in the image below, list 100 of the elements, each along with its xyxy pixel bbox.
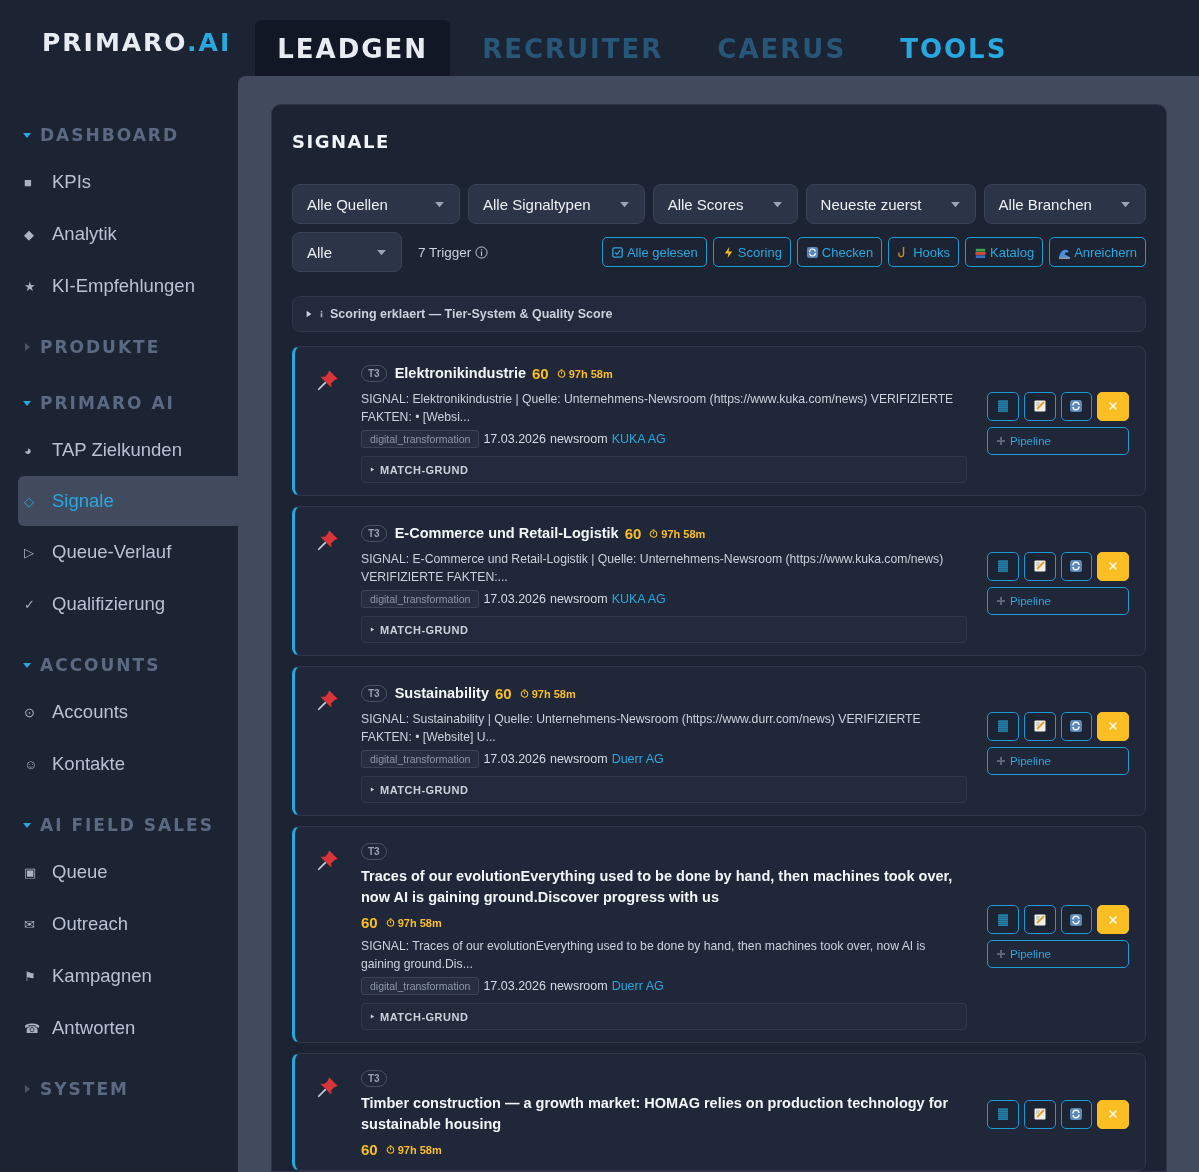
caret-icon	[370, 1014, 375, 1019]
action-button[interactable]: Hooks	[888, 237, 960, 267]
source: newsroom	[549, 432, 608, 446]
source: newsroom	[549, 979, 608, 993]
timer-icon	[385, 1145, 395, 1154]
pipeline-button[interactable]: Pipeline	[987, 586, 1129, 615]
sidebar-item[interactable]: ★ KI-Empfehlungen	[0, 260, 238, 312]
refresh-button[interactable]	[1060, 391, 1093, 421]
tag: digital_transformation	[361, 430, 480, 448]
refresh-icon	[805, 245, 819, 259]
status-dropdown[interactable]: Alle	[292, 232, 402, 272]
sidebar-item[interactable]: ✓ Qualifizierung	[0, 578, 238, 630]
refresh-icon	[1069, 399, 1084, 413]
company-link[interactable]: KUKA AG	[611, 432, 666, 446]
pipeline-button[interactable]: Pipeline	[987, 746, 1129, 775]
refresh-icon	[1069, 719, 1084, 733]
pipeline-button[interactable]: Pipeline	[987, 426, 1129, 455]
score: 60	[361, 914, 378, 931]
refresh-button[interactable]	[1060, 905, 1093, 934]
sidebar-item[interactable]: ⚑ Kampagnen	[0, 950, 238, 1002]
refresh-button[interactable]	[1060, 1099, 1093, 1129]
signal-text: SIGNAL: Sustainability | Quelle: Unternehmens-Newsroom (https://www.durr.com/news) VERIFIZIERTE FAKTEN: • [Website] U...	[361, 711, 922, 746]
filter-dropdown[interactable]: Alle Scores	[652, 184, 798, 224]
action-button[interactable]: Checken	[796, 237, 883, 267]
note-button[interactable]	[1023, 1099, 1056, 1129]
action-button[interactable]: Scoring	[712, 237, 791, 267]
tag: digital_transformation	[361, 750, 480, 768]
dismiss-button[interactable]	[1097, 391, 1129, 421]
filter-dropdown[interactable]: Alle Quellen	[292, 184, 460, 224]
filter-dropdown[interactable]: Neueste zuerst	[805, 184, 976, 224]
pipeline-button[interactable]: Pipeline	[987, 940, 1129, 968]
action-button[interactable]: Katalog	[965, 237, 1044, 267]
info-icon[interactable]	[475, 245, 489, 259]
list-icon	[995, 1107, 1010, 1121]
company-link[interactable]: Duerr AG	[611, 979, 664, 993]
match-reason-toggle[interactable]: MATCH-GRUND	[361, 776, 967, 803]
sidebar-item[interactable]: ▷ Queue-Verlauf	[0, 526, 238, 578]
company-link[interactable]: Duerr AG	[611, 752, 664, 766]
company-link[interactable]: KUKA AG	[611, 592, 666, 606]
list-button[interactable]	[987, 905, 1019, 934]
action-button[interactable]: Anreichern	[1049, 237, 1146, 267]
age: 97h 58m	[661, 527, 706, 540]
refresh-icon	[1069, 1107, 1084, 1121]
dismiss-button[interactable]	[1097, 711, 1129, 741]
plus-icon	[996, 755, 1006, 766]
notepad-icon	[1032, 559, 1047, 573]
list-button[interactable]	[987, 711, 1019, 741]
list-icon	[995, 719, 1010, 733]
sidebar-item[interactable]: ☺ Kontakte	[0, 738, 238, 790]
scoring-explainer[interactable]: Scoring erklaert — Tier-System & Quality Score	[292, 296, 1146, 332]
note-button[interactable]	[1023, 551, 1056, 581]
sidebar-item[interactable]: ✉ Outreach	[0, 898, 238, 950]
note-button[interactable]	[1023, 905, 1056, 934]
list-button[interactable]	[987, 551, 1019, 581]
dismiss-button[interactable]	[1097, 551, 1129, 581]
plus-icon	[996, 949, 1006, 959]
match-reason-toggle[interactable]: MATCH-GRUND	[361, 616, 967, 643]
sidebar-item[interactable]: ⊙ Accounts	[0, 686, 238, 738]
explainer-label: Scoring erklaert — Tier-System & Quality Score	[330, 307, 613, 321]
list-button[interactable]	[987, 1099, 1019, 1129]
dismiss-button[interactable]	[1097, 1099, 1129, 1129]
caret-icon	[618, 200, 630, 208]
dismiss-button[interactable]	[1097, 905, 1129, 934]
caret-icon	[370, 627, 375, 632]
nav-tab[interactable]: LEADGEN	[255, 20, 451, 76]
date: 17.03.2026	[483, 979, 546, 993]
notepad-icon	[1032, 912, 1047, 927]
caret-icon	[771, 200, 783, 208]
signal-text: SIGNAL: E-Commerce und Retail-Logistik | Quelle: Unternehmens-Newsroom (https://www.kuka.com/news) VERIFIZIERTE FAKTEN:...	[361, 551, 945, 586]
list-icon	[995, 912, 1010, 927]
note-button[interactable]	[1023, 711, 1056, 741]
score: 60	[361, 1141, 378, 1158]
plus-icon	[996, 435, 1006, 446]
filter-dropdown[interactable]: Alle Signaltypen	[468, 184, 645, 224]
sidebar-item[interactable]: ◆ Analytik	[0, 208, 238, 260]
sidebar-item[interactable]: ☎ Antworten	[0, 1002, 238, 1054]
signal-title: Elektronikindustrie	[394, 364, 526, 383]
source: newsroom	[549, 752, 608, 766]
sidebar-item[interactable]: ■ KPIs	[0, 156, 238, 208]
note-button[interactable]	[1023, 391, 1056, 421]
action-button[interactable]: Alle gelesen	[601, 237, 707, 267]
match-reason-toggle[interactable]: MATCH-GRUND	[361, 456, 967, 483]
notepad-icon	[1032, 719, 1047, 733]
sidebar-item[interactable]: ▣ Queue	[0, 846, 238, 898]
signal-text: SIGNAL: Traces of our evolutionEverything used to be done by hand, then machines took over, now AI is gaining ground.Dis...	[361, 938, 927, 973]
score: 60	[532, 365, 549, 382]
caret-icon	[434, 200, 445, 208]
refresh-button[interactable]	[1060, 711, 1093, 741]
score: 60	[494, 685, 512, 702]
caret-icon	[376, 248, 387, 256]
refresh-button[interactable]	[1060, 551, 1093, 581]
timer-icon	[556, 369, 566, 378]
nav-tab[interactable]: TOOLS	[878, 20, 1030, 76]
timer-icon	[385, 918, 395, 927]
signal-title: E-Commerce und Retail-Logistik	[394, 524, 619, 543]
refresh-icon	[1069, 559, 1084, 573]
list-button[interactable]	[987, 391, 1019, 421]
match-reason-toggle[interactable]: MATCH-GRUND	[361, 1003, 967, 1030]
sidebar-item[interactable]: ◕ TAP Zielkunden	[0, 424, 238, 476]
filter-dropdown[interactable]: Alle Branchen	[983, 184, 1146, 224]
